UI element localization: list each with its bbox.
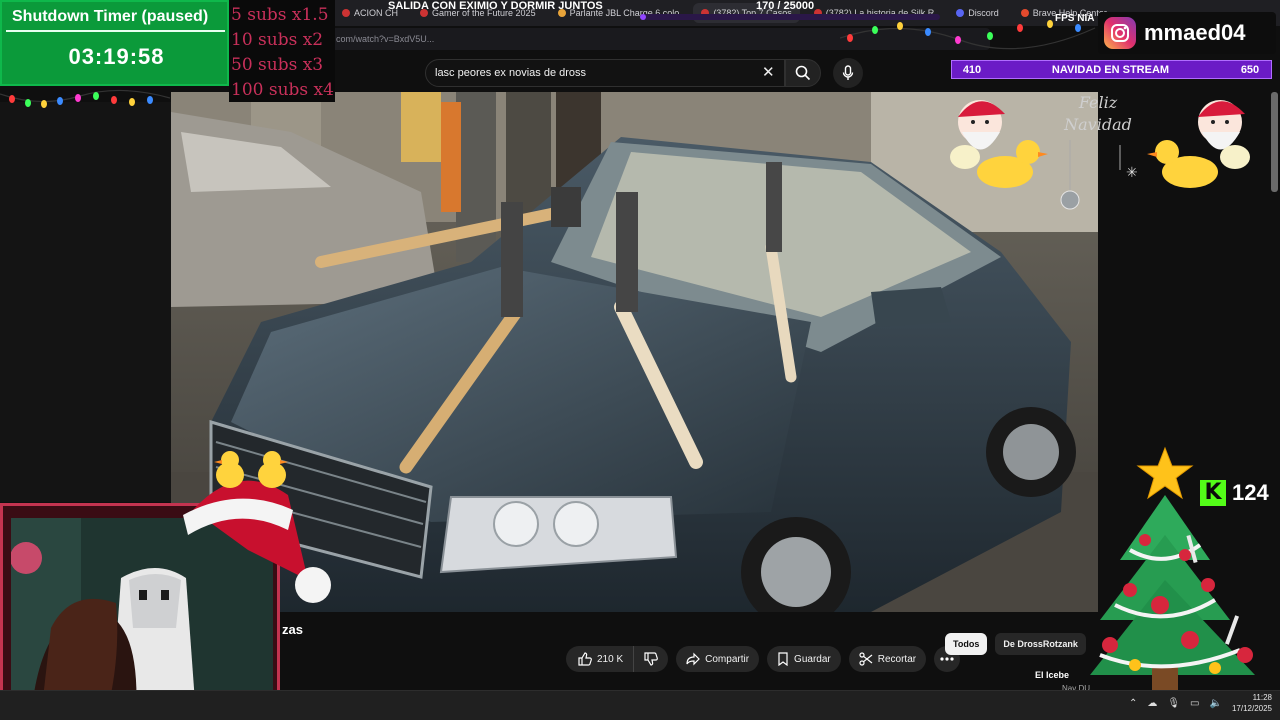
voice-search-button[interactable] bbox=[833, 58, 863, 88]
santa-duck-decoration-right bbox=[1147, 100, 1250, 188]
subs-multiplier-item: 5 subs x1.5 bbox=[231, 5, 329, 25]
search-query: lasc peores ex novias de dross bbox=[435, 67, 587, 79]
sub-goal-text: 170 / 25000 bbox=[756, 0, 815, 12]
chip-all[interactable]: Todos bbox=[945, 633, 988, 655]
timer-title: Shutdown Timer (paused) bbox=[12, 8, 209, 25]
save-button[interactable]: Guardar bbox=[767, 646, 841, 672]
windows-taskbar bbox=[0, 690, 1280, 720]
stream-screen: ACION CH Gamer of the Future 2025 Parlan… bbox=[0, 0, 1280, 720]
instagram-username: mmaed04 bbox=[1144, 20, 1246, 45]
more-horizontal-icon bbox=[940, 657, 954, 661]
mic-icon bbox=[842, 65, 854, 80]
subs-multiplier-item: 50 subs x3 bbox=[231, 55, 324, 75]
svg-text:✳: ✳ bbox=[1126, 165, 1138, 181]
santa-hat-ducks-decoration bbox=[183, 451, 331, 603]
clip-button[interactable]: Recortar bbox=[848, 646, 927, 672]
subs-multiplier-list: 5 subs x1.5 10 subs x2 50 subs x3 100 su… bbox=[229, 0, 335, 102]
timer-value: 03:19:58 bbox=[68, 44, 165, 69]
share-button[interactable]: Compartir bbox=[676, 646, 760, 672]
search-button[interactable] bbox=[785, 59, 821, 87]
system-tray: ⌃ ☁ 🎙 ▭ 🔈 11:28 17/12/2025 bbox=[1129, 692, 1272, 714]
taskbar-clock[interactable]: 11:28 17/12/2025 bbox=[1232, 692, 1272, 714]
clear-search-icon[interactable]: ✕ bbox=[762, 64, 775, 82]
goal-right-value: 650 bbox=[1240, 63, 1260, 76]
left-panel bbox=[0, 102, 171, 502]
sub-goal-fill bbox=[640, 14, 646, 20]
chip-channel[interactable]: De DrossRotzank bbox=[995, 633, 1086, 655]
mic-tray-icon[interactable]: 🎙 bbox=[1167, 698, 1180, 709]
page-scrollbar[interactable] bbox=[1271, 92, 1278, 192]
christmas-lights-top bbox=[840, 20, 1096, 50]
red-dot-icon bbox=[342, 9, 350, 17]
chevron-up-icon[interactable]: ⌃ bbox=[1129, 698, 1137, 709]
subs-multiplier-item: 10 subs x2 bbox=[231, 30, 324, 50]
instagram-badge: mmaed04 bbox=[1098, 12, 1276, 54]
like-dislike-button: 210 K bbox=[566, 646, 669, 672]
network-icon[interactable]: ▭ bbox=[1190, 698, 1199, 709]
sign-line: Feliz bbox=[1078, 93, 1118, 112]
christmas-goal-bar: 410 NAVIDAD EN STREAM 650 bbox=[951, 60, 1272, 79]
sign-line: Navidad bbox=[1063, 115, 1132, 134]
feliz-navidad-sign: ✳ Feliz Navidad bbox=[1040, 90, 1150, 220]
goal-left-value: 410 bbox=[962, 63, 982, 76]
clock-date: 17/12/2025 bbox=[1231, 704, 1272, 713]
stream-title: SALIDA CON EXIMIO Y DORMIR JUNTOS bbox=[388, 0, 603, 12]
timer-divider bbox=[6, 30, 225, 32]
clock-time: 11:28 bbox=[1252, 693, 1272, 702]
recommendation-filter-chips: Todos De DrossRotzank bbox=[945, 633, 1086, 655]
volume-icon[interactable]: 🔈 bbox=[1210, 698, 1222, 709]
video-actions: 210 K Compartir Guardar Recortar bbox=[566, 646, 961, 672]
thumbs-down-icon bbox=[644, 652, 659, 666]
bookmark-icon bbox=[778, 652, 788, 666]
share-icon bbox=[686, 652, 700, 666]
subs-multiplier-item: 100 subs x4 bbox=[231, 80, 334, 100]
goal-title: NAVIDAD EN STREAM bbox=[1051, 63, 1170, 76]
santa-duck-decoration-left bbox=[950, 100, 1048, 188]
shutdown-timer-widget: Shutdown Timer (paused) 03:19:58 bbox=[0, 0, 229, 86]
christmas-lights-left bbox=[0, 89, 171, 108]
search-icon bbox=[795, 65, 811, 81]
search-input[interactable]: lasc peores ex novias de dross bbox=[425, 59, 785, 87]
video-title: zas bbox=[282, 622, 303, 637]
dislike-button[interactable] bbox=[634, 646, 668, 672]
thumbs-up-icon bbox=[578, 652, 592, 666]
scissors-icon bbox=[859, 652, 873, 666]
instagram-icon bbox=[1104, 17, 1136, 49]
light-bulbs bbox=[9, 92, 153, 108]
christmas-tree-decoration bbox=[1090, 446, 1255, 690]
cloud-icon[interactable]: ☁ bbox=[1147, 698, 1157, 709]
like-button[interactable]: 210 K bbox=[576, 646, 635, 672]
